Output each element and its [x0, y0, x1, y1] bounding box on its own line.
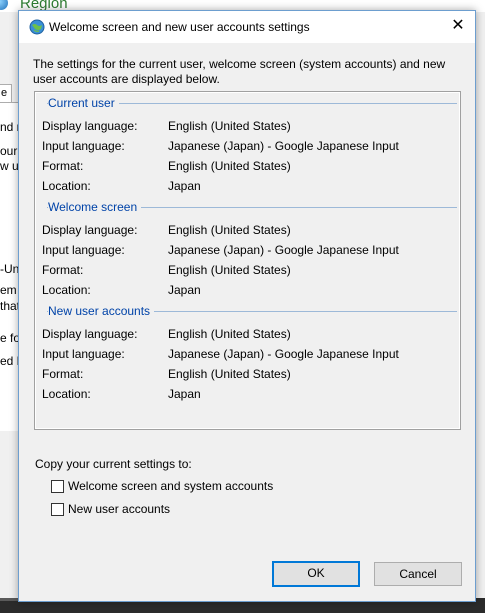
- section-heading-welcome-screen: Welcome screen: [48, 200, 142, 214]
- row-value: English (United States): [168, 119, 291, 133]
- row-value: Japanese (Japan) - Google Japanese Input: [168, 347, 399, 361]
- row-label: Location:: [42, 283, 91, 297]
- region-text-fragment: e fo: [0, 331, 18, 345]
- row-label: Format:: [42, 367, 84, 381]
- intro-text: The settings for the current user, welco…: [33, 57, 446, 86]
- dialog-title: Welcome screen and new user accounts set…: [49, 20, 310, 34]
- region-panel: nd r our l w us -Uni em l that e fo ed K: [0, 102, 18, 431]
- row-label: Display language:: [42, 119, 138, 133]
- globe-icon: [0, 0, 8, 10]
- row-value: Japan: [168, 179, 201, 193]
- checkbox-label: Welcome screen and system accounts: [68, 479, 274, 493]
- row-value: Japanese (Japan) - Google Japanese Input: [168, 139, 399, 153]
- ok-button[interactable]: OK: [272, 561, 360, 587]
- row-value: Japan: [168, 283, 201, 297]
- copy-settings-label: Copy your current settings to:: [35, 457, 192, 471]
- region-tab[interactable]: e: [0, 84, 12, 104]
- settings-dialog: Welcome screen and new user accounts set…: [18, 10, 476, 602]
- row-label: Input language:: [42, 243, 125, 257]
- cancel-button[interactable]: Cancel: [374, 562, 462, 586]
- row-value: English (United States): [168, 327, 291, 341]
- region-text-fragment: that: [0, 299, 18, 313]
- row-label: Location:: [42, 387, 91, 401]
- new-user-accounts-checkbox-row[interactable]: New user accounts: [51, 502, 170, 516]
- taskbar-indicator: [0, 598, 18, 601]
- row-value: Japan: [168, 387, 201, 401]
- close-button[interactable]: ✕: [441, 11, 475, 43]
- row-label: Location:: [42, 179, 91, 193]
- row-label: Input language:: [42, 139, 125, 153]
- row-value: English (United States): [168, 263, 291, 277]
- settings-summary-box: Current user Display language: English (…: [34, 91, 461, 430]
- region-text-fragment: ed K: [0, 354, 18, 368]
- row-label: Format:: [42, 159, 84, 173]
- region-text-fragment: em l: [0, 283, 18, 297]
- row-value: Japanese (Japan) - Google Japanese Input: [168, 243, 399, 257]
- globe-settings-icon: [29, 19, 45, 35]
- dialog-titlebar[interactable]: Welcome screen and new user accounts set…: [19, 11, 475, 43]
- region-text-fragment: our l: [0, 144, 18, 158]
- row-value: English (United States): [168, 367, 291, 381]
- section-heading-new-user-accounts: New user accounts: [48, 304, 155, 318]
- row-label: Format:: [42, 263, 84, 277]
- region-text-fragment: w us: [0, 159, 18, 173]
- row-value: English (United States): [168, 159, 291, 173]
- row-value: English (United States): [168, 223, 291, 237]
- section-heading-current-user: Current user: [48, 96, 119, 110]
- checkbox-label: New user accounts: [68, 502, 171, 516]
- new-user-accounts-checkbox[interactable]: [51, 502, 64, 516]
- row-label: Display language:: [42, 223, 138, 237]
- region-text-fragment: nd r: [0, 120, 18, 134]
- close-icon: ✕: [451, 17, 465, 34]
- region-text-fragment: -Uni: [0, 262, 18, 276]
- welcome-screen-checkbox[interactable]: [51, 479, 64, 493]
- row-label: Input language:: [42, 347, 125, 361]
- region-tab-label: e: [1, 87, 8, 99]
- welcome-screen-checkbox-row[interactable]: Welcome screen and system accounts: [51, 479, 273, 493]
- row-label: Display language:: [42, 327, 138, 341]
